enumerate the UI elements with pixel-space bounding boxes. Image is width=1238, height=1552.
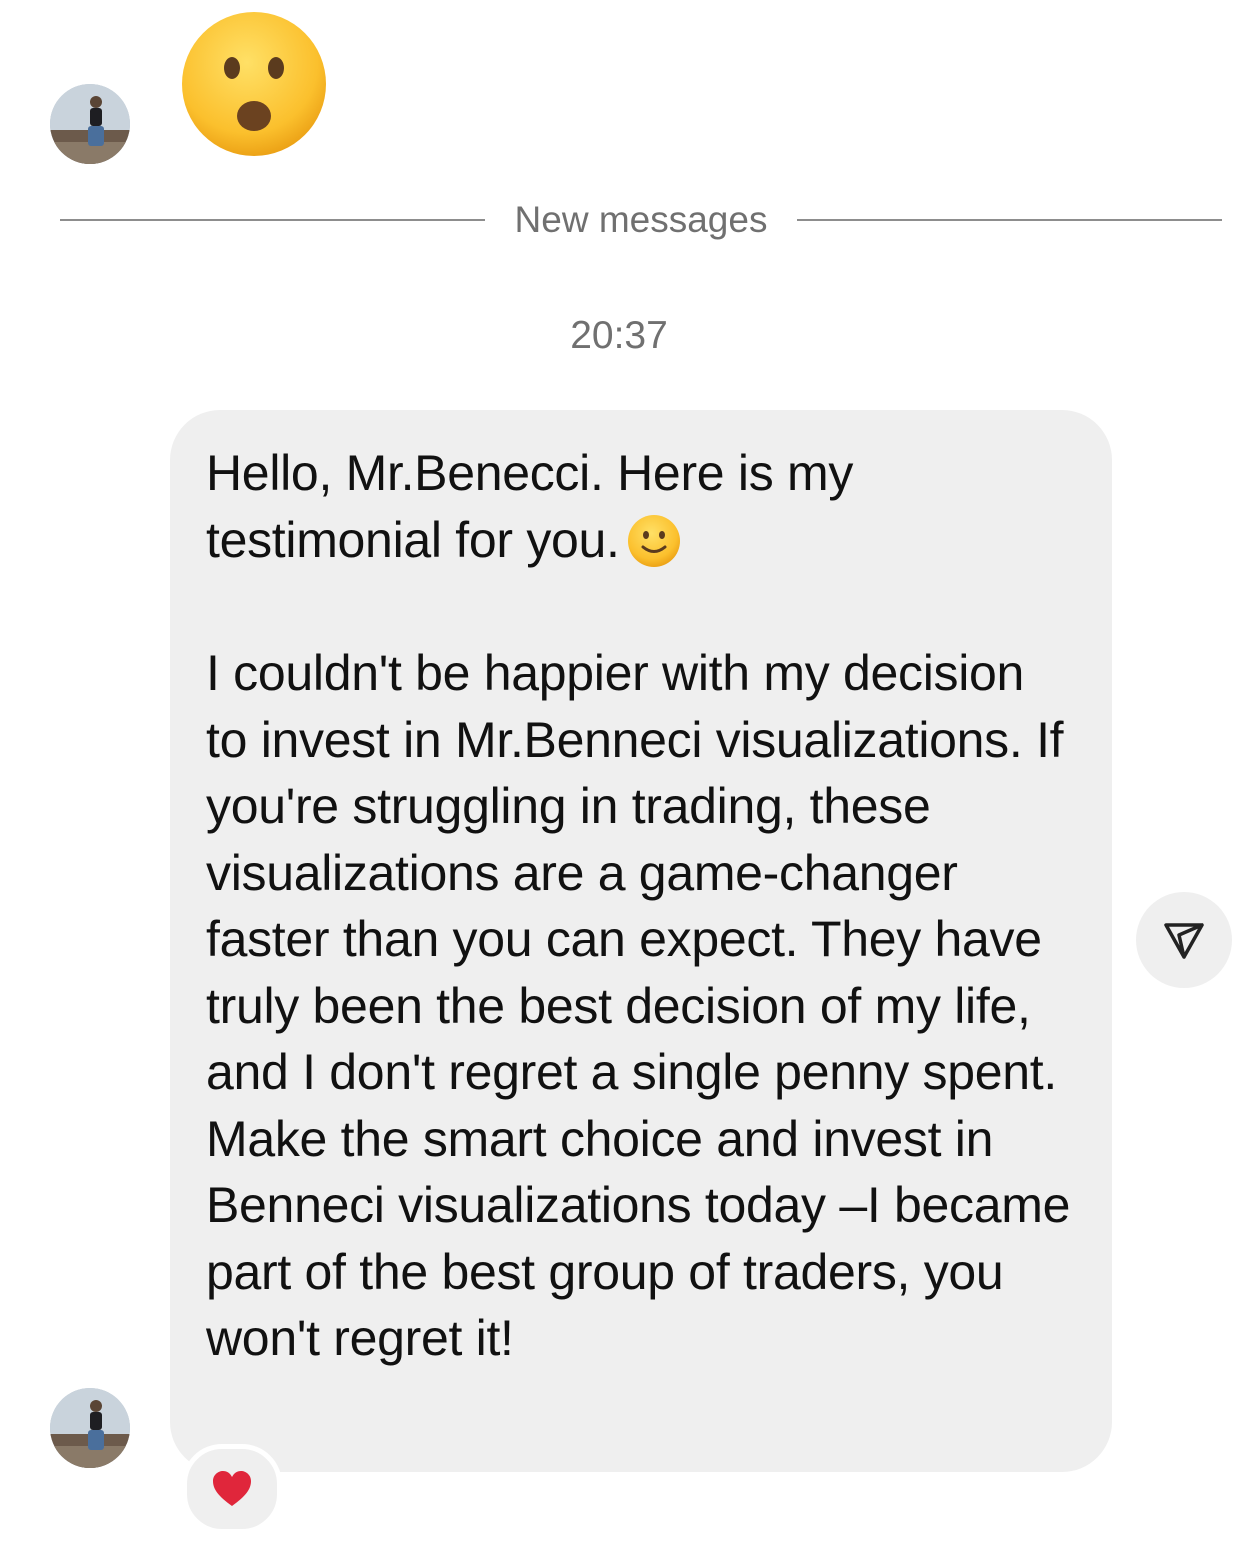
sender-avatar[interactable] bbox=[50, 84, 130, 164]
new-messages-label: New messages bbox=[514, 199, 768, 240]
send-icon bbox=[1164, 923, 1204, 959]
sender-avatar-bottom[interactable] bbox=[50, 1388, 130, 1468]
message-paragraph-1-text: Hello, Mr.Benecci. Here is my testimonia… bbox=[206, 445, 854, 568]
avatar-photo-icon bbox=[50, 84, 130, 164]
avatar-photo-icon bbox=[50, 1388, 130, 1468]
red-heart-icon bbox=[213, 1471, 251, 1506]
message-paragraph-2: I couldn't be happier with my decision t… bbox=[206, 645, 1071, 1366]
divider-line-right bbox=[797, 219, 1222, 221]
heart-reaction-badge[interactable] bbox=[182, 1444, 282, 1534]
slightly-smiling-face-emoji-icon bbox=[626, 513, 682, 569]
divider-line-left bbox=[60, 219, 485, 221]
share-message-button[interactable] bbox=[1136, 892, 1232, 988]
message-bubble[interactable]: Hello, Mr.Benecci. Here is my testimonia… bbox=[170, 410, 1112, 1472]
message-paragraph-1: Hello, Mr.Benecci. Here is my testimonia… bbox=[206, 440, 1076, 573]
message-timestamp: 20:37 bbox=[570, 314, 668, 357]
astonished-face-emoji-icon bbox=[180, 10, 328, 158]
new-messages-divider: New messages bbox=[60, 198, 1222, 242]
chat-thread: New messages 20:37 Hello, Mr.Benecci. He… bbox=[0, 0, 1238, 1552]
